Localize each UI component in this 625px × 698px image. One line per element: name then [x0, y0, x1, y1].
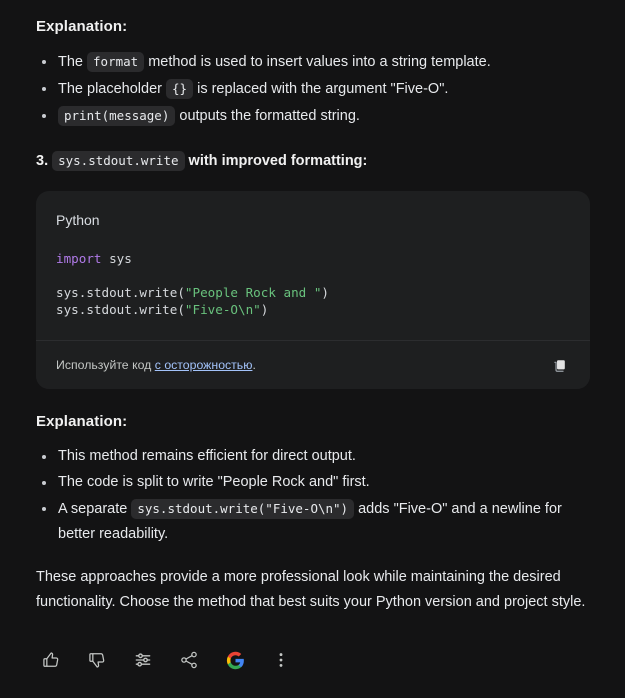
list-item: This method remains efficient for direct…	[36, 444, 591, 469]
list-item: The placeholder {} is replaced with the …	[36, 76, 591, 102]
code-language-label: Python	[56, 212, 100, 228]
code-content[interactable]: import sys sys.stdout.write("People Rock…	[36, 236, 590, 340]
list-item-text-pre: The placeholder	[58, 81, 167, 97]
list-item-text-pre: The code is split to write "People Rock …	[58, 474, 370, 490]
code-token: sys	[101, 251, 132, 266]
list-item-text-post: outputs the formatted string.	[175, 108, 360, 124]
list-item: The format method is used to insert valu…	[36, 49, 591, 75]
code-block: Python import sys sys.stdout.write("Peop…	[36, 191, 590, 389]
ordered-list-item-3: 3. sys.stdout.write with improved formatt…	[36, 148, 591, 174]
code-disclaimer-link[interactable]: с осторожностью	[155, 358, 253, 372]
list-item-text-post: is replaced with the argument "Five-O".	[193, 81, 449, 97]
explanation-list-top: The format method is used to insert valu…	[36, 49, 591, 129]
google-logo-icon[interactable]	[220, 645, 250, 675]
ordered-list-text: with improved formatting:	[184, 153, 368, 169]
code-disclaimer-prefix: Используйте код	[56, 358, 155, 372]
code-token: sys.stdout.write	[56, 285, 178, 300]
list-item: The code is split to write "People Rock …	[36, 470, 591, 495]
share-icon[interactable]	[174, 645, 204, 675]
inline-code-chip: format	[87, 52, 145, 72]
gemini-response-panel: Explanation: The format method is used t…	[0, 0, 625, 698]
response-content: Explanation: The format method is used t…	[0, 0, 625, 615]
inline-code-chip: {}	[166, 79, 194, 99]
code-token: (	[177, 285, 185, 300]
code-token: sys.stdout.write	[56, 302, 178, 317]
sliders-icon[interactable]	[128, 645, 158, 675]
code-token: import	[56, 251, 102, 266]
thumb-down-icon[interactable]	[82, 645, 112, 675]
code-disclaimer: Используйте код с осторожностью.	[56, 356, 256, 374]
thumb-up-icon[interactable]	[36, 645, 66, 675]
explanation-heading-top: Explanation:	[36, 18, 128, 35]
more-vert-icon[interactable]	[266, 645, 296, 675]
response-action-bar	[0, 615, 625, 675]
code-line: import sys	[56, 250, 570, 267]
list-item-text-pre: A separate	[58, 501, 132, 517]
list-item-text-post: method is used to insert values into a s…	[144, 54, 491, 70]
inline-code-chip: print(message)	[58, 106, 176, 126]
code-token: )	[260, 302, 269, 317]
list-item: A separate sys.stdout.write("Five-O\n") …	[36, 496, 591, 547]
code-footer: Используйте код с осторожностью.	[36, 340, 590, 389]
code-token: (	[177, 302, 185, 317]
list-item-text-pre: The	[58, 54, 88, 70]
inline-code-chip: sys.stdout.write	[52, 151, 185, 171]
code-token: )	[321, 285, 329, 300]
code-line: sys.stdout.write("Five-O\n")	[56, 301, 570, 318]
closing-paragraph: These approaches provide a more professi…	[36, 569, 586, 610]
explanation-heading-bottom: Explanation:	[36, 413, 128, 430]
code-token: "People Rock and "	[184, 285, 322, 300]
code-token: "Five-O\n"	[184, 302, 261, 317]
explanation-list-bottom: This method remains efficient for direct…	[36, 444, 591, 547]
code-disclaimer-suffix: .	[252, 358, 256, 372]
list-item-text-pre: This method remains efficient for direct…	[58, 448, 356, 464]
inline-code-chip: sys.stdout.write("Five-O\n")	[131, 499, 355, 519]
list-item: print(message) outputs the formatted str…	[36, 103, 591, 129]
copy-icon[interactable]	[546, 352, 572, 378]
code-line: sys.stdout.write("People Rock and ")	[56, 284, 570, 301]
ordered-list-number: 3.	[36, 153, 49, 169]
